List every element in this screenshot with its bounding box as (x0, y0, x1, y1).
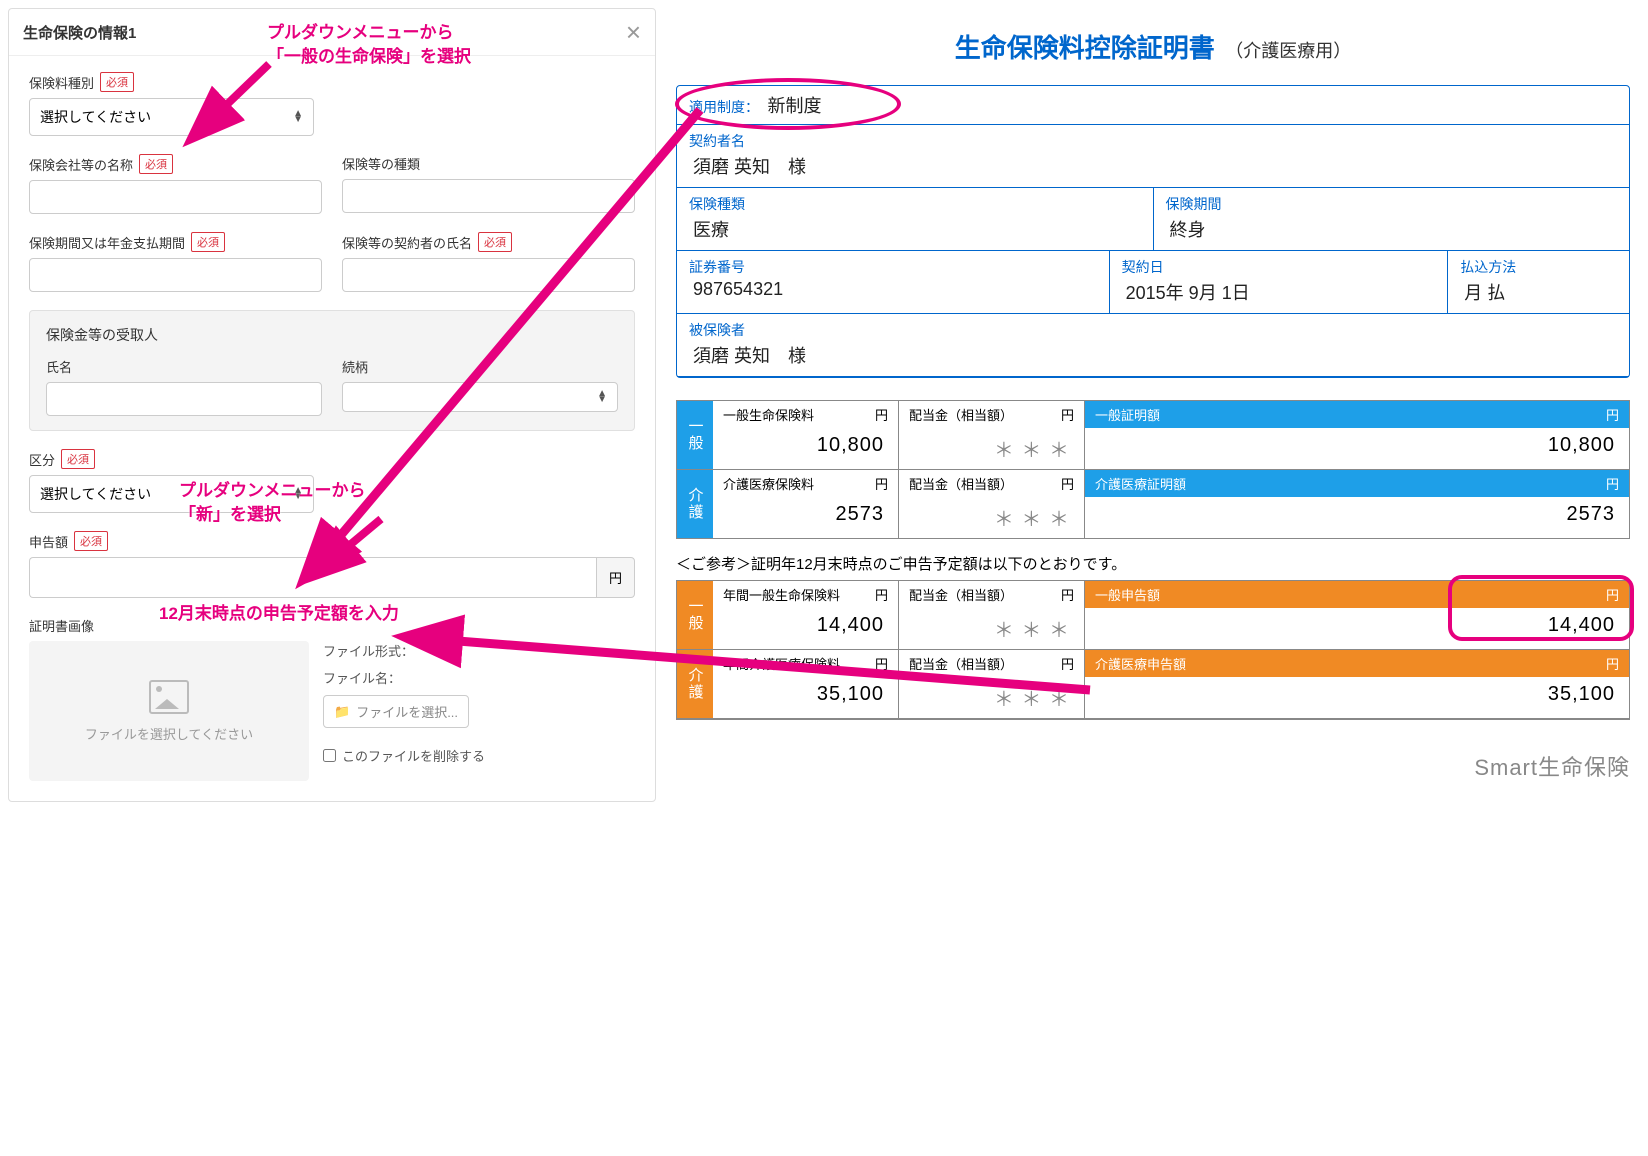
label-cert-image: 証明書画像 (29, 616, 94, 635)
row-tag-general: 一般 (677, 581, 713, 649)
doc-title: 生命保険料控除証明書 （介護医療用） (676, 28, 1630, 65)
panel-header: 生命保険の情報1 × (9, 9, 655, 56)
row-tag-general: 一般 (677, 401, 713, 469)
contractor-input[interactable] (342, 258, 635, 292)
relation-select[interactable]: ▲▼ (342, 382, 618, 412)
panel-body: 保険料種別必須 選択してください ▲▼ 保険会社等の名称必須 保険等の種類 保険… (9, 56, 655, 797)
close-icon[interactable]: × (626, 19, 641, 45)
form-panel: 生命保険の情報1 × 保険料種別必須 選択してください ▲▼ 保険会社等の名称必… (8, 8, 656, 802)
required-badge: 必須 (139, 154, 173, 174)
premium-table-2: 一般 年間一般生命保険料円 配当金（相当額）円 一般申告額円 14,400 ＊ … (676, 580, 1630, 720)
label-name: 氏名 (46, 357, 72, 376)
yen-unit: 円 (596, 557, 635, 598)
required-badge: 必須 (478, 232, 512, 252)
chevron-updown-icon: ▲▼ (293, 488, 303, 500)
label-category: 区分 (29, 450, 55, 469)
reference-note: ＜ご参考＞証明年12月末時点のご申告予定額は以下のとおりです。 (676, 553, 1630, 574)
category-select[interactable]: 選択してください ▲▼ (29, 475, 314, 513)
beneficiary-name-input[interactable] (46, 382, 322, 416)
chevron-updown-icon: ▲▼ (293, 111, 303, 123)
label-contractor: 保険等の契約者の氏名 (342, 233, 472, 252)
required-badge: 必須 (61, 449, 95, 469)
folder-icon: 📁 (334, 704, 350, 720)
declared-amount-input[interactable] (29, 557, 596, 598)
file-info: ファイル形式： ファイル名： 📁 ファイルを選択... このファイルを削除する (323, 641, 485, 781)
label-type: 保険等の種類 (342, 154, 420, 173)
required-badge: 必須 (191, 232, 225, 252)
row-tag-care: 介護 (677, 650, 713, 718)
row-tag-care: 介護 (677, 470, 713, 538)
label-relation: 続柄 (342, 357, 368, 376)
certificate-document: 生命保険料控除証明書 （介護医療用） 適用制度： 新制度 契約者名 須磨 英知 … (666, 8, 1640, 802)
certificate-box: 適用制度： 新制度 契約者名 須磨 英知 様 保険種類医療 保険期間終身 証券番… (676, 85, 1630, 378)
file-select-button[interactable]: 📁 ファイルを選択... (323, 695, 469, 728)
label-declared: 申告額 (29, 532, 68, 551)
chevron-updown-icon: ▲▼ (597, 391, 607, 403)
delete-file-checkbox[interactable] (323, 749, 336, 762)
label-kind: 保険料種別 (29, 73, 94, 92)
required-badge: 必須 (100, 72, 134, 92)
image-placeholder-icon (149, 680, 189, 714)
required-badge: 必須 (74, 531, 108, 551)
premium-table-1: 一般 一般生命保険料円 配当金（相当額）円 一般証明額円 10,800 ＊ ＊ … (676, 400, 1630, 539)
insurance-kind-select[interactable]: 選択してください ▲▼ (29, 98, 314, 136)
beneficiary-group: 保険金等の受取人 氏名 続柄 ▲▼ (29, 310, 635, 431)
brand-name: Smart生命保険 (676, 750, 1630, 782)
period-input[interactable] (29, 258, 322, 292)
label-period: 保険期間又は年金支払期間 (29, 233, 185, 252)
group-title: 保険金等の受取人 (46, 325, 618, 345)
panel-title: 生命保険の情報1 (23, 22, 136, 43)
file-drop-area[interactable]: ファイルを選択してください (29, 641, 309, 781)
type-input[interactable] (342, 179, 635, 213)
company-input[interactable] (29, 180, 322, 214)
label-company: 保険会社等の名称 (29, 155, 133, 174)
